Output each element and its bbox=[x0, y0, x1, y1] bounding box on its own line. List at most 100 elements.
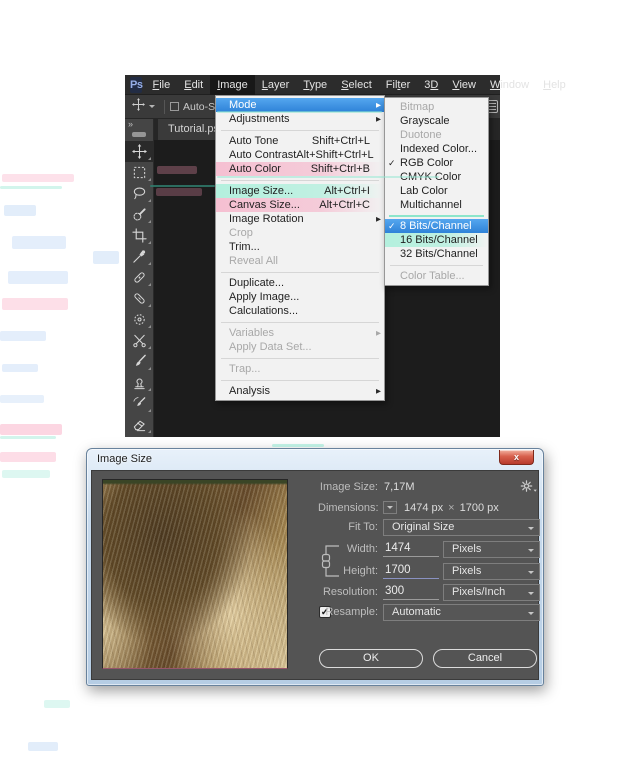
height-input[interactable]: 1700 bbox=[383, 563, 439, 579]
options-divider bbox=[164, 99, 165, 114]
menu-item-auto-color[interactable]: ✓ Auto Color Shift+Ctrl+B ▶ bbox=[216, 162, 384, 176]
menubar-item-type[interactable]: Type bbox=[296, 75, 334, 95]
menu-separator bbox=[221, 129, 379, 131]
constrain-proportions-link-icon[interactable] bbox=[318, 543, 340, 584]
resample-select[interactable]: Automatic bbox=[383, 604, 540, 621]
menu-item-crop[interactable]: ✓ Crop ▶ bbox=[216, 226, 384, 240]
submenu-item-rgb-color[interactable]: ✓ RGB Color ▶ bbox=[385, 156, 488, 170]
ghost-artifact bbox=[12, 236, 66, 249]
close-button[interactable]: x bbox=[499, 450, 534, 465]
chevron-down-icon[interactable] bbox=[149, 105, 155, 111]
brush-tool[interactable] bbox=[125, 351, 153, 372]
submenu-item-grayscale[interactable]: ✓ Grayscale ▶ bbox=[385, 114, 488, 128]
menu-item-variables[interactable]: ✓ Variables ▶ bbox=[216, 326, 384, 340]
image-preview bbox=[102, 479, 288, 669]
submenu-item-color-table[interactable]: ✓ Color Table... ▶ bbox=[385, 269, 488, 283]
panel-grip[interactable] bbox=[132, 132, 146, 137]
submenu-item-cmyk-color[interactable]: ✓ CMYK Color ▶ bbox=[385, 170, 488, 184]
menubar-item-view[interactable]: View bbox=[445, 75, 483, 95]
cancel-button[interactable]: Cancel bbox=[433, 649, 537, 668]
menu-separator bbox=[221, 357, 379, 359]
menu-item-apply-image[interactable]: ✓ Apply Image... ▶ bbox=[216, 290, 384, 304]
menubar-item-layer[interactable]: Layer bbox=[255, 75, 297, 95]
width-unit-select[interactable]: Pixels bbox=[443, 541, 540, 558]
menu-item-calculations[interactable]: ✓ Calculations... ▶ bbox=[216, 304, 384, 318]
menubar-item-select[interactable]: Select bbox=[334, 75, 379, 95]
eyedropper-tool[interactable] bbox=[125, 246, 153, 267]
eraser-tool[interactable] bbox=[125, 414, 153, 435]
quick-selection-tool[interactable] bbox=[125, 204, 153, 225]
gear-icon[interactable] bbox=[520, 479, 538, 494]
menu-item-canvas-size[interactable]: ✓ Canvas Size... Alt+Ctrl+C ▶ bbox=[216, 198, 384, 212]
ghost-artifact bbox=[93, 251, 119, 264]
submenu-item-multichannel[interactable]: ✓ Multichannel ▶ bbox=[385, 198, 488, 212]
submenu-item-indexed-color[interactable]: ✓ Indexed Color... ▶ bbox=[385, 142, 488, 156]
pattern-stamp-tool[interactable] bbox=[125, 309, 153, 330]
dialog-fields: Image Size: 7,17M Dimensions: 1474 px × 17… bbox=[318, 477, 540, 647]
menubar-item-3d[interactable]: 3D bbox=[417, 75, 445, 95]
collapse-panel-icon[interactable]: » bbox=[125, 119, 153, 129]
dimensions-value: 1474 px × 1700 px bbox=[404, 502, 499, 514]
move-tool[interactable] bbox=[125, 141, 153, 162]
submenu-arrow-icon: ▶ bbox=[376, 330, 381, 337]
scissors-tool[interactable] bbox=[125, 330, 153, 351]
menu-item-auto-contrast[interactable]: ✓ Auto Contrast Alt+Shift+Ctrl+L ▶ bbox=[216, 148, 384, 162]
fur-image bbox=[103, 480, 287, 668]
menubar-item-help[interactable]: Help bbox=[536, 75, 573, 95]
menu-item-trap[interactable]: ✓ Trap... ▶ bbox=[216, 362, 384, 376]
menu-item-image-size[interactable]: ✓ Image Size... Alt+Ctrl+I ▶ bbox=[216, 184, 384, 198]
fit-to-row: Fit To: Original Size bbox=[318, 519, 540, 536]
menu-item-apply-data-set[interactable]: ✓ Apply Data Set... ▶ bbox=[216, 340, 384, 354]
dimensions-row: Dimensions: 1474 px × 1700 px bbox=[318, 500, 540, 517]
clone-stamp-tool[interactable] bbox=[125, 372, 153, 393]
menubar-item-image[interactable]: Image bbox=[210, 74, 255, 95]
ok-button[interactable]: OK bbox=[319, 649, 423, 668]
lasso-tool[interactable] bbox=[125, 183, 153, 204]
menu-item-mode[interactable]: ✓ Mode ▶ bbox=[216, 98, 384, 112]
submenu-item-duotone[interactable]: ✓ Duotone ▶ bbox=[385, 128, 488, 142]
resolution-label: Resolution: bbox=[322, 586, 378, 598]
menu-separator bbox=[221, 179, 379, 181]
height-unit-select[interactable]: Pixels bbox=[443, 563, 540, 580]
menubar-item-edit[interactable]: Edit bbox=[177, 75, 210, 95]
menu-separator bbox=[390, 264, 483, 266]
rectangular-marquee-tool[interactable] bbox=[125, 162, 153, 183]
fit-to-select[interactable]: Original Size bbox=[383, 519, 540, 536]
healing-brush-tool[interactable] bbox=[125, 288, 153, 309]
dimensions-label: Dimensions: bbox=[318, 502, 379, 514]
image-menu-dropdown: ✓ Mode ▶ ✓ Adjustments ▶ ✓ Auto Tone Shi… bbox=[215, 95, 385, 401]
submenu-item-lab-color[interactable]: ✓ Lab Color ▶ bbox=[385, 184, 488, 198]
submenu-item-bitmap[interactable]: ✓ Bitmap ▶ bbox=[385, 100, 488, 114]
ghost-artifact bbox=[2, 470, 50, 478]
resample-label: Resample: bbox=[325, 606, 378, 618]
menubar-item-filter[interactable]: Filter bbox=[379, 75, 417, 95]
menubar-item-file[interactable]: File bbox=[145, 75, 177, 95]
ghost-artifact bbox=[272, 444, 324, 447]
submenu-item-8-bits-channel[interactable]: ✓ 8 Bits/Channel ▶ bbox=[385, 219, 488, 233]
submenu-item-32-bits-channel[interactable]: ✓ 32 Bits/Channel ▶ bbox=[385, 247, 488, 261]
move-tool-option-icon bbox=[132, 97, 145, 116]
ghost-artifact bbox=[0, 436, 56, 439]
check-icon: ✓ bbox=[388, 157, 396, 168]
dialog-title: Image Size bbox=[97, 453, 153, 465]
crop-tool[interactable] bbox=[125, 225, 153, 246]
dimensions-unit-dropdown[interactable] bbox=[383, 501, 397, 514]
submenu-arrow-icon: ▶ bbox=[376, 388, 381, 395]
menu-item-auto-tone[interactable]: ✓ Auto Tone Shift+Ctrl+L ▶ bbox=[216, 134, 384, 148]
menu-separator bbox=[389, 214, 484, 217]
history-brush-tool[interactable] bbox=[125, 393, 153, 414]
resolution-unit-select[interactable]: Pixels/Inch bbox=[443, 584, 540, 601]
times-icon: × bbox=[448, 502, 455, 514]
width-input[interactable]: 1474 bbox=[383, 541, 439, 557]
menu-item-image-rotation[interactable]: ✓ Image Rotation ▶ bbox=[216, 212, 384, 226]
menubar-item-window[interactable]: Window bbox=[483, 75, 536, 95]
auto-select-checkbox[interactable] bbox=[170, 102, 179, 111]
menu-item-duplicate[interactable]: ✓ Duplicate... ▶ bbox=[216, 276, 384, 290]
menu-item-analysis[interactable]: ✓ Analysis ▶ bbox=[216, 384, 384, 398]
menu-item-reveal-all[interactable]: ✓ Reveal All ▶ bbox=[216, 254, 384, 268]
menu-item-trim[interactable]: ✓ Trim... ▶ bbox=[216, 240, 384, 254]
submenu-item-16-bits-channel[interactable]: ✓ 16 Bits/Channel ▶ bbox=[385, 233, 488, 247]
resolution-input[interactable]: 300 bbox=[383, 584, 439, 600]
spot-healing-brush-tool[interactable] bbox=[125, 267, 153, 288]
menu-item-adjustments[interactable]: ✓ Adjustments ▶ bbox=[216, 112, 384, 126]
